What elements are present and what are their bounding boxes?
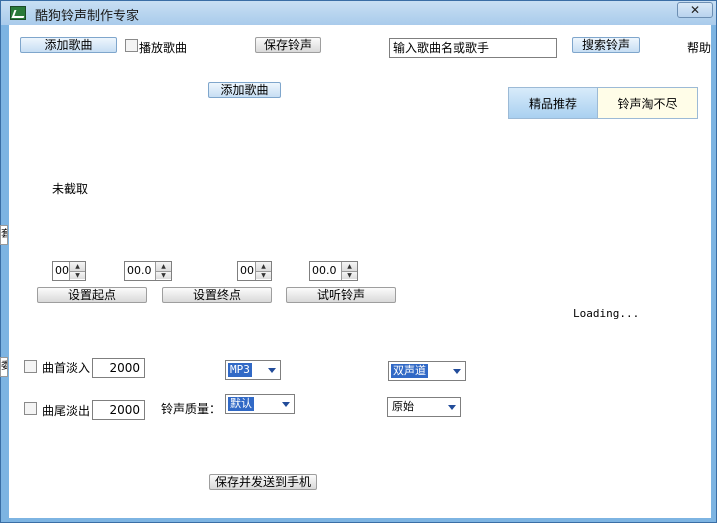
fragment-text: 委 bbox=[1, 361, 7, 372]
start-minute-value: 00 bbox=[55, 264, 69, 277]
preview-button[interactable]: 试听铃声 bbox=[286, 287, 396, 303]
save-send-button[interactable]: 保存并发送到手机 bbox=[209, 474, 317, 490]
search-input[interactable]: 输入歌曲名或歌手 bbox=[389, 38, 557, 58]
add-song-button[interactable]: 添加歌曲 bbox=[20, 37, 117, 53]
fade-in-label: 曲首淡入 bbox=[42, 361, 91, 375]
spinner-up-icon[interactable]: ▲ bbox=[70, 262, 85, 271]
fade-in-checkbox[interactable] bbox=[24, 360, 37, 373]
spinner-up-icon[interactable]: ▲ bbox=[256, 262, 271, 271]
quality-select[interactable]: 默认 bbox=[225, 394, 295, 414]
format-select[interactable]: MP3 bbox=[225, 360, 281, 380]
play-song-label: 播放歌曲 bbox=[139, 41, 188, 55]
end-minute-value: 00 bbox=[240, 264, 254, 277]
start-second-spinner[interactable]: 00.0 ▲ ▼ bbox=[124, 261, 172, 281]
fade-in-input[interactable]: 2000 bbox=[92, 358, 145, 378]
loading-text: Loading... bbox=[573, 307, 640, 320]
play-song-checkbox[interactable] bbox=[125, 39, 138, 52]
fade-out-label: 曲尾淡出 bbox=[42, 404, 91, 418]
end-second-value: 00.0 bbox=[312, 264, 337, 277]
sample-select[interactable]: 原始 bbox=[387, 397, 461, 417]
fade-out-checkbox[interactable] bbox=[24, 402, 37, 415]
add-song-center-button[interactable]: 添加歌曲 bbox=[208, 82, 281, 98]
spinner-down-icon[interactable]: ▼ bbox=[342, 271, 357, 279]
start-minute-spinner[interactable]: 00 ▲ ▼ bbox=[52, 261, 86, 281]
quality-value: 默认 bbox=[228, 397, 254, 411]
close-button[interactable]: ✕ bbox=[677, 2, 713, 18]
fragment-text: 套 bbox=[1, 229, 7, 240]
fade-out-input[interactable]: 2000 bbox=[92, 400, 145, 420]
background-window-fragment: 套 bbox=[0, 225, 8, 245]
search-ringtone-button[interactable]: 搜索铃声 bbox=[572, 37, 640, 53]
format-value: MP3 bbox=[228, 363, 252, 377]
main-panel: 添加歌曲 播放歌曲 保存铃声 输入歌曲名或歌手 搜索铃声 帮助 添加歌曲 精品推… bbox=[9, 25, 711, 518]
set-start-button[interactable]: 设置起点 bbox=[37, 287, 147, 303]
tab-recommended[interactable]: 精品推荐 bbox=[508, 87, 598, 119]
spinner-arrows[interactable]: ▲ ▼ bbox=[69, 262, 85, 280]
spinner-up-icon[interactable]: ▲ bbox=[342, 262, 357, 271]
end-minute-spinner[interactable]: 00 ▲ ▼ bbox=[237, 261, 272, 281]
spinner-down-icon[interactable]: ▼ bbox=[156, 271, 171, 279]
tab-more-ringtones[interactable]: 铃声淘不尽 bbox=[597, 87, 698, 119]
close-icon: ✕ bbox=[689, 3, 701, 17]
sample-value: 原始 bbox=[392, 400, 414, 413]
spinner-up-icon[interactable]: ▲ bbox=[156, 262, 171, 271]
title-bar[interactable]: 酷狗铃声制作专家 ✕ bbox=[1, 1, 716, 25]
channel-select[interactable]: 双声道 bbox=[388, 361, 466, 381]
spinner-down-icon[interactable]: ▼ bbox=[70, 271, 85, 279]
set-end-button[interactable]: 设置终点 bbox=[162, 287, 272, 303]
chevron-down-icon[interactable] bbox=[453, 369, 461, 374]
spinner-arrows[interactable]: ▲ ▼ bbox=[155, 262, 171, 280]
spinner-arrows[interactable]: ▲ ▼ bbox=[255, 262, 271, 280]
background-window-fragment: 委 bbox=[0, 357, 8, 377]
spinner-arrows[interactable]: ▲ ▼ bbox=[341, 262, 357, 280]
status-text: 未截取 bbox=[52, 182, 89, 196]
chevron-down-icon[interactable] bbox=[282, 402, 290, 407]
app-icon bbox=[10, 6, 26, 20]
save-ringtone-button[interactable]: 保存铃声 bbox=[255, 37, 321, 53]
help-link[interactable]: 帮助 bbox=[687, 39, 711, 56]
end-second-spinner[interactable]: 00.0 ▲ ▼ bbox=[309, 261, 358, 281]
chevron-down-icon[interactable] bbox=[448, 405, 456, 410]
start-second-value: 00.0 bbox=[127, 264, 152, 277]
app-window: 酷狗铃声制作专家 ✕ 添加歌曲 播放歌曲 保存铃声 输入歌曲名或歌手 搜索铃声 … bbox=[0, 0, 717, 523]
channel-value: 双声道 bbox=[391, 364, 428, 378]
window-title: 酷狗铃声制作专家 bbox=[35, 9, 140, 24]
chevron-down-icon[interactable] bbox=[268, 368, 276, 373]
spinner-down-icon[interactable]: ▼ bbox=[256, 271, 271, 279]
quality-label: 铃声质量： bbox=[161, 402, 222, 416]
